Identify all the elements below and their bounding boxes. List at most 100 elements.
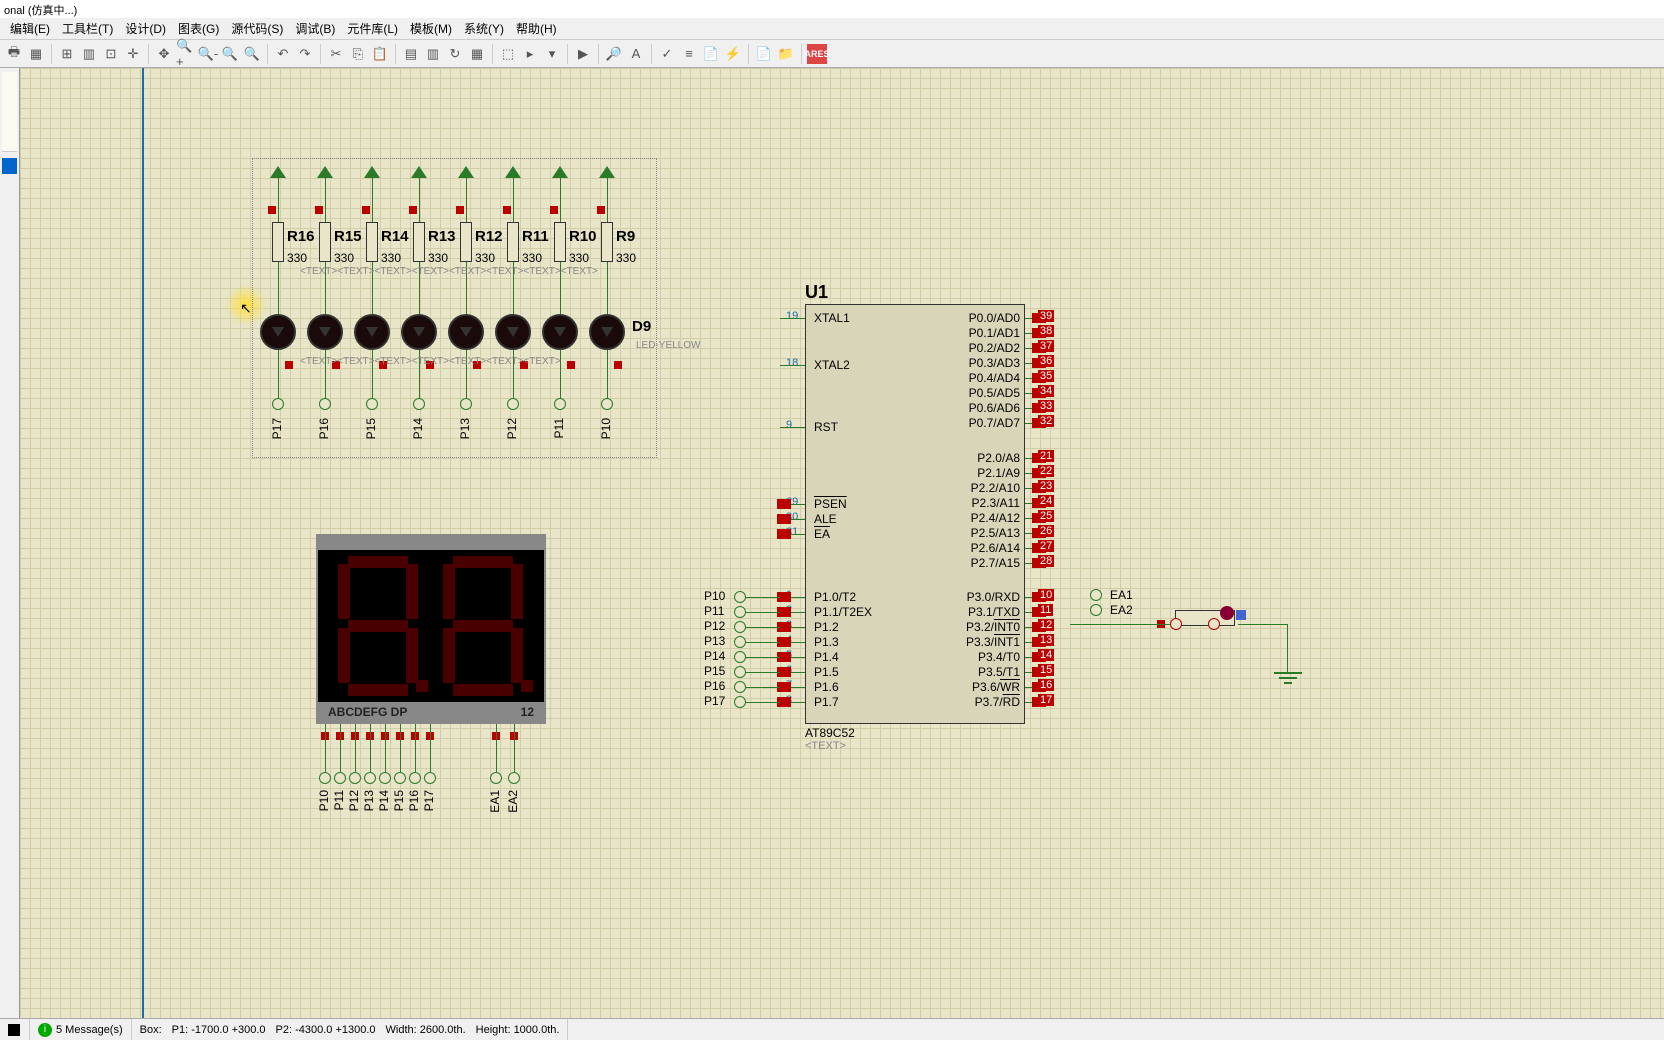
pin-label: P1.2 [814, 620, 839, 634]
terminal [734, 651, 746, 663]
terminal [394, 772, 406, 784]
pin-num: 12 [1038, 619, 1054, 631]
mouse-cursor: ↖ [240, 300, 252, 317]
label-icon[interactable]: ▾ [542, 44, 562, 64]
chip-name: AT89C52 [805, 726, 855, 740]
grid-dot-icon[interactable]: ⊞ [57, 44, 77, 64]
pin-label: RST [814, 420, 838, 434]
print-icon[interactable]: 🖶 [4, 44, 24, 64]
pin-num: 18 [786, 357, 798, 369]
center-icon[interactable]: ✥ [154, 44, 174, 64]
text-tool-icon[interactable]: A [626, 44, 646, 64]
zoom-area-icon[interactable]: 🔍 [242, 44, 262, 64]
menu-edit[interactable]: 编辑(E) [4, 20, 56, 37]
origin-icon[interactable]: ✛ [123, 44, 143, 64]
menu-toolbar[interactable]: 工具栏(T) [56, 20, 119, 37]
side-panel [0, 68, 20, 1018]
pin-num: 22 [1038, 465, 1054, 477]
pin-num: 15 [1038, 664, 1054, 676]
menu-chart[interactable]: 图表(G) [172, 20, 225, 37]
menu-library[interactable]: 元件库(L) [341, 20, 404, 37]
pin-num: 37 [1038, 340, 1054, 352]
zoom-in-icon[interactable]: 🔍+ [176, 44, 196, 64]
net-label: P10 [317, 790, 331, 811]
net-label: P10 [704, 589, 725, 603]
pin-label: P3.2/INT0 [940, 620, 1020, 634]
pin-num: 27 [1038, 540, 1054, 552]
net-ea2: EA2 [1110, 603, 1133, 617]
pin-num: 39 [1038, 310, 1054, 322]
statusbar: i5 Message(s) Box: P1: -1700.0 +300.0 P2… [0, 1018, 1664, 1040]
bom-icon[interactable]: 📄 [701, 44, 721, 64]
zoom-fit-icon[interactable]: 🔍 [220, 44, 240, 64]
pick-icon[interactable]: ⬚ [498, 44, 518, 64]
pin-num: 19 [786, 310, 798, 322]
wire-icon[interactable]: ▸ [520, 44, 540, 64]
pin-label: P1.4 [814, 650, 839, 664]
pin-num: 10 [1038, 589, 1054, 601]
status-messages[interactable]: i5 Message(s) [30, 1019, 132, 1040]
menubar: 编辑(E) 工具栏(T) 设计(D) 图表(G) 源代码(S) 调试(B) 元件… [0, 18, 1664, 40]
pin-label: P1.5 [814, 665, 839, 679]
probe-dot [1220, 606, 1234, 620]
run-icon[interactable]: ▶ [573, 44, 593, 64]
net-label: P13 [362, 790, 376, 811]
pin-num: 28 [1038, 555, 1054, 567]
seg7-display[interactable]: ABCDEFG DP 12 [316, 534, 546, 724]
pin-label: P1.7 [814, 695, 839, 709]
pin-num: 33 [1038, 400, 1054, 412]
cut-icon[interactable]: ✂ [326, 44, 346, 64]
net-label: P15 [392, 790, 406, 811]
menu-debug[interactable]: 调试(B) [289, 20, 341, 37]
side-selection[interactable] [2, 158, 17, 174]
schematic-canvas[interactable]: ↖ R16 330 P17 R15 330 P16 R14 330 [20, 68, 1664, 1018]
grid-off-icon[interactable]: ▥ [79, 44, 99, 64]
menu-system[interactable]: 系统(Y) [458, 20, 510, 37]
pin-num: 13 [1038, 634, 1054, 646]
netlist-icon[interactable]: ≡ [679, 44, 699, 64]
terminal [409, 772, 421, 784]
overview-box[interactable] [2, 72, 17, 152]
menu-template[interactable]: 模板(M) [404, 20, 458, 37]
block-rotate-icon[interactable]: ↻ [445, 44, 465, 64]
ground [1273, 672, 1303, 692]
menu-source[interactable]: 源代码(S) [225, 20, 289, 37]
find-icon[interactable]: 🔎 [604, 44, 624, 64]
area-icon[interactable]: ▦ [26, 44, 46, 64]
terminal [734, 681, 746, 693]
redo-icon[interactable]: ↷ [295, 44, 315, 64]
pin-label: P0.6/AD6 [940, 401, 1020, 415]
pin-label: PSEN [814, 497, 847, 511]
pin-label: P0.7/AD7 [940, 416, 1020, 430]
paste-icon[interactable]: 📋 [370, 44, 390, 64]
pin-label: P0.2/AD2 [940, 341, 1020, 355]
terminal [734, 696, 746, 708]
net-label: P11 [704, 604, 724, 618]
chip-ref: U1 [805, 282, 828, 303]
net-label: P12 [704, 619, 725, 633]
net-label: EA2 [506, 790, 520, 813]
undo-icon[interactable]: ↶ [273, 44, 293, 64]
menu-help[interactable]: 帮助(H) [510, 20, 563, 37]
copy-icon[interactable]: ⎘ [348, 44, 368, 64]
grid-on-icon[interactable]: ⊡ [101, 44, 121, 64]
pin-label: P0.4/AD4 [940, 371, 1020, 385]
net-label: EA1 [488, 790, 502, 813]
open-icon[interactable]: 📁 [776, 44, 796, 64]
new-icon[interactable]: 📄 [754, 44, 774, 64]
pin-label: P1.3 [814, 635, 839, 649]
net-label: P15 [704, 664, 725, 678]
menu-design[interactable]: 设计(D) [119, 20, 172, 37]
erc-icon[interactable]: ⚡ [723, 44, 743, 64]
ares-icon[interactable]: ARES [807, 44, 827, 64]
block-copy-icon[interactable]: ▤ [401, 44, 421, 64]
verify-icon[interactable]: ✓ [657, 44, 677, 64]
pin-label: XTAL2 [814, 358, 850, 372]
zoom-out-icon[interactable]: 🔍- [198, 44, 218, 64]
pin-label: P3.6/WR [940, 680, 1020, 694]
pin-label: P0.1/AD1 [940, 326, 1020, 340]
pin-label: P2.2/A10 [940, 481, 1020, 495]
block-move-icon[interactable]: ▥ [423, 44, 443, 64]
block-delete-icon[interactable]: ▦ [467, 44, 487, 64]
net-ea1: EA1 [1110, 588, 1133, 602]
